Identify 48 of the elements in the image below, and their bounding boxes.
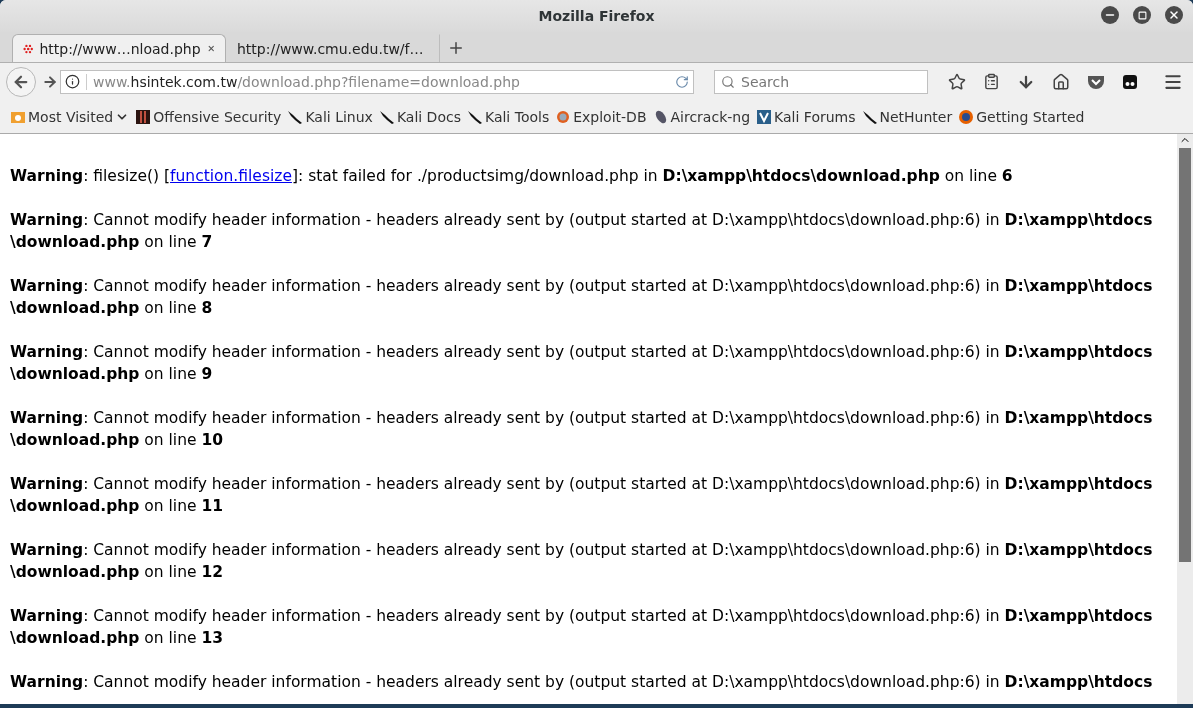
browser-tab[interactable]: http://www.cmu.edu.tw/f… bbox=[226, 34, 440, 62]
bookmark-item[interactable]: Getting Started bbox=[958, 108, 1085, 125]
warning-message: Warning: Cannot modify header information - headers already sent by (output started at D:\xampp\htdocs\download.php:6) in D:\xampp\htdocs\download.php on line 13 bbox=[10, 606, 1154, 649]
firefox-icon bbox=[958, 108, 975, 125]
bookmark-item[interactable]: Kali Linux bbox=[287, 108, 373, 125]
info-icon[interactable] bbox=[65, 74, 80, 89]
maximize-icon bbox=[1137, 10, 1147, 20]
warning-message: Warning: Cannot modify header information - headers already sent by (output started at D:\xampp\htdocs\download.php:6) in D:\xampp\htdocs\download.php on line 12 bbox=[10, 540, 1154, 583]
browser-tab[interactable]: http://www…nload.php bbox=[12, 34, 226, 62]
home-icon[interactable] bbox=[1052, 72, 1070, 91]
exploit-icon bbox=[555, 108, 572, 125]
function-link[interactable]: function.filesize bbox=[170, 167, 292, 185]
warning-message: Warning: Cannot modify header information - headers already sent by (output started at D:\xampp\htdocs\download.php:6) in D:\xampp\htdocs\download.php on line 10 bbox=[10, 408, 1154, 451]
warning-message: Warning: Cannot modify header information - headers already sent by (output started at D:\xampp\htdocs\download.php:6) in D:\xampp\htdocs bbox=[10, 672, 1154, 693]
warning-message: Warning: Cannot modify header information - headers already sent by (output started at D:\xampp\htdocs\download.php:6) in D:\xampp\htdocs\download.php on line 7 bbox=[10, 210, 1154, 253]
pocket-icon[interactable] bbox=[1087, 73, 1105, 90]
search-icon bbox=[721, 74, 735, 89]
forward-icon[interactable] bbox=[42, 73, 58, 90]
back-button[interactable] bbox=[6, 66, 36, 97]
bookmark-item[interactable]: Most Visited bbox=[10, 108, 130, 125]
scrollbar-thumb[interactable] bbox=[1179, 148, 1191, 562]
search-input[interactable]: Search bbox=[741, 73, 911, 90]
close-button[interactable] bbox=[1165, 6, 1183, 24]
bookmark-item[interactable]: Kali Tools bbox=[466, 108, 550, 125]
bookmark-item[interactable]: Kali Forums bbox=[756, 108, 856, 125]
bookmark-star-icon[interactable] bbox=[948, 72, 966, 91]
plus-icon bbox=[447, 39, 465, 57]
bookmark-item[interactable]: Kali Docs bbox=[378, 108, 461, 125]
extension-icon[interactable] bbox=[1122, 73, 1138, 90]
minimize-button[interactable] bbox=[1101, 6, 1119, 24]
warning-message: Warning: filesize() [function.filesize]: stat failed for ./productsimg/download.php in D:\xampp\htdocs\download.php on line 6 bbox=[10, 166, 1014, 187]
close-icon bbox=[1168, 9, 1180, 21]
warning-message: Warning: Cannot modify header information - headers already sent by (output started at D:\xampp\htdocs\download.php:6) in D:\xampp\htdocs\download.php on line 11 bbox=[10, 474, 1154, 517]
reading-list-icon[interactable] bbox=[983, 73, 1000, 90]
bookmark-item[interactable]: NetHunter bbox=[861, 108, 953, 125]
bookmark-item[interactable]: Exploit-DB bbox=[555, 108, 647, 125]
scrollbar[interactable] bbox=[1177, 134, 1193, 704]
maximize-button[interactable] bbox=[1133, 6, 1151, 24]
bookmark-item[interactable]: Offensive Security bbox=[135, 108, 282, 125]
warning-message: Warning: Cannot modify header information - headers already sent by (output started at D:\xampp\htdocs\download.php:6) in D:\xampp\htdocs\download.php on line 8 bbox=[10, 276, 1154, 319]
offsec-icon bbox=[135, 108, 152, 125]
forums-icon bbox=[756, 108, 773, 125]
warning-message: Warning: Cannot modify header information - headers already sent by (output started at D:\xampp\htdocs\download.php:6) in D:\xampp\htdocs\download.php on line 9 bbox=[10, 342, 1154, 385]
address-bar[interactable]: www.hsintek.com.tw/download.php?filename=download.php bbox=[60, 69, 694, 94]
reload-icon[interactable] bbox=[675, 74, 689, 89]
search-field[interactable]: Search bbox=[714, 69, 928, 94]
window-title: Mozilla Firefox bbox=[538, 8, 655, 24]
bookmark-item[interactable]: Aircrack-ng bbox=[652, 108, 751, 125]
